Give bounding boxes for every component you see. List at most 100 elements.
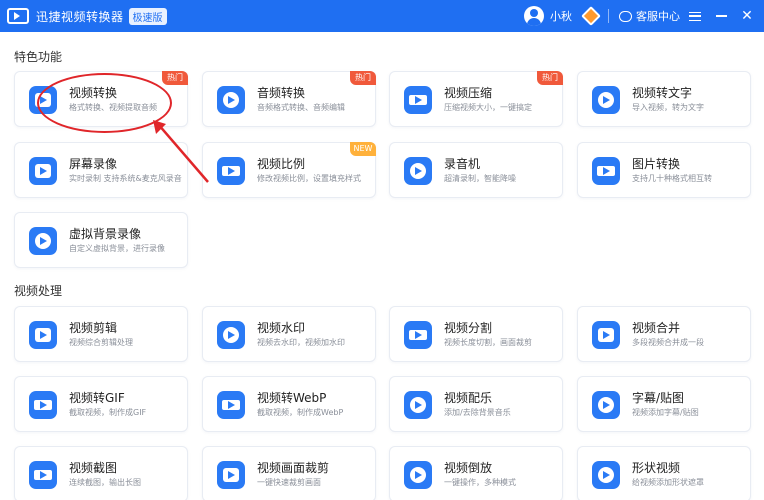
divider [608, 9, 609, 23]
card-desc: 导入视频，转为文字 [632, 103, 704, 112]
minimize-button[interactable] [710, 0, 732, 32]
new-badge: NEW [350, 142, 376, 156]
section-title-featured: 特色功能 [14, 50, 63, 64]
card-name: 音频转换 [257, 86, 306, 100]
card-name: 视频比例 [257, 157, 306, 171]
music-icon [404, 391, 432, 419]
crop-icon [217, 461, 245, 489]
app-logo-icon [7, 8, 29, 24]
subtitle-icon [592, 391, 620, 419]
card-reverse[interactable]: 视频倒放 一键操作，多种模式 [389, 446, 563, 500]
card-crop[interactable]: 视频画面裁剪 一键快速裁剪画面 [202, 446, 376, 500]
card-name: 视频转文字 [632, 86, 693, 100]
customer-service-link[interactable]: 客服中心 [636, 8, 680, 24]
card-video-merge[interactable]: 视频合并 多段视频合并成一段 [577, 306, 751, 362]
card-desc: 视频添加字幕/贴图 [632, 408, 699, 417]
annotation-arrow-icon [153, 120, 209, 183]
card-name: 字幕/贴图 [632, 391, 685, 405]
card-video-edit[interactable]: 视频剪辑 视频综合剪辑处理 [14, 306, 188, 362]
vip-icon[interactable] [581, 6, 601, 26]
card-desc: 一键快速裁剪画面 [257, 478, 321, 487]
card-virtual-bg[interactable]: 虚拟背景录像 自定义虚拟背景，进行录像 [14, 212, 188, 268]
card-gif[interactable]: 视频转GIF 截取视频，制作成GIF [14, 376, 188, 432]
card-webp[interactable]: 视频转WebP 截取视频，制作成WebP [202, 376, 376, 432]
card-desc: 音频格式转换、音频编辑 [257, 103, 345, 112]
section-title-processing: 视频处理 [14, 284, 63, 298]
reverse-icon [404, 461, 432, 489]
close-icon: ✕ [741, 8, 753, 24]
title-bar-controls: 小秋 客服中心 ✕ [524, 0, 764, 32]
card-desc: 支持几十种格式相互转 [632, 174, 712, 183]
app-title: 迅捷视频转换器 [36, 9, 124, 24]
card-desc: 修改视频比例，设置填充样式 [257, 174, 361, 183]
card-image-convert[interactable]: 图片转换 支持几十种格式相互转 [577, 142, 751, 198]
video-ratio-icon [217, 157, 245, 185]
card-name: 虚拟背景录像 [69, 227, 142, 241]
avatar[interactable] [524, 6, 544, 26]
card-desc: 视频长度切割，画面裁剪 [444, 338, 532, 347]
card-desc: 连续截图，输出长图 [69, 478, 141, 487]
card-desc: 添加/去除背景音乐 [444, 408, 511, 417]
card-name: 视频转GIF [69, 391, 125, 405]
card-desc: 多段视频合并成一段 [632, 338, 704, 347]
card-desc: 视频去水印，视频加水印 [257, 338, 345, 347]
card-recorder[interactable]: 录音机 超清录制，智能降噪 [389, 142, 563, 198]
card-desc: 给视频添加形状遮罩 [632, 478, 704, 487]
virtual-bg-icon [29, 227, 57, 255]
video-to-text-icon [592, 86, 620, 114]
hot-badge: 热门 [162, 71, 188, 85]
card-name: 视频倒放 [444, 461, 493, 475]
card-name: 视频合并 [632, 321, 681, 335]
image-convert-icon [592, 157, 620, 185]
title-bar: 迅捷视频转换器 极速版 小秋 客服中心 ✕ [0, 0, 764, 32]
hot-badge: 热门 [350, 71, 376, 85]
audio-convert-icon [217, 86, 245, 114]
watermark-icon [217, 321, 245, 349]
card-music[interactable]: 视频配乐 添加/去除背景音乐 [389, 376, 563, 432]
video-edit-icon [29, 321, 57, 349]
username[interactable]: 小秋 [550, 8, 572, 24]
card-desc: 超清录制，智能降噪 [444, 174, 516, 183]
card-audio-convert[interactable]: 音频转换 音频格式转换、音频编辑 热门 [202, 71, 376, 127]
card-name: 视频剪辑 [69, 321, 118, 335]
card-screenshot[interactable]: 视频截图 连续截图，输出长图 [14, 446, 188, 500]
card-video-ratio[interactable]: 视频比例 修改视频比例，设置填充样式 NEW [202, 142, 376, 198]
card-desc: 截取视频，制作成WebP [257, 408, 344, 417]
card-name: 视频水印 [257, 321, 306, 335]
card-video-split[interactable]: 视频分割 视频长度切割，画面裁剪 [389, 306, 563, 362]
card-name: 屏幕录像 [69, 157, 118, 171]
card-watermark[interactable]: 视频水印 视频去水印，视频加水印 [202, 306, 376, 362]
card-desc: 截取视频，制作成GIF [69, 408, 147, 417]
video-compress-icon [404, 86, 432, 114]
card-name: 视频画面裁剪 [257, 461, 330, 475]
card-desc: 一键操作，多种模式 [444, 478, 516, 487]
customer-service-icon[interactable] [619, 10, 632, 22]
card-name: 形状视频 [632, 461, 681, 475]
close-button[interactable]: ✕ [736, 0, 758, 32]
hot-badge: 热门 [537, 71, 563, 85]
card-name: 视频截图 [69, 461, 118, 475]
card-name: 视频配乐 [444, 391, 493, 405]
shape-icon [592, 461, 620, 489]
gif-icon [29, 391, 57, 419]
card-name: 视频压缩 [444, 86, 493, 100]
card-desc: 自定义虚拟背景，进行录像 [69, 244, 165, 253]
video-merge-icon [592, 321, 620, 349]
card-shape[interactable]: 形状视频 给视频添加形状遮罩 [577, 446, 751, 500]
card-video-to-text[interactable]: 视频转文字 导入视频，转为文字 [577, 71, 751, 127]
recorder-icon [404, 157, 432, 185]
card-desc: 压缩视频大小，一键搞定 [444, 103, 532, 112]
minimize-icon [715, 15, 727, 17]
card-desc: 视频综合剪辑处理 [69, 338, 133, 347]
card-subtitle[interactable]: 字幕/贴图 视频添加字幕/贴图 [577, 376, 751, 432]
edition-badge: 极速版 [128, 7, 167, 25]
menu-button[interactable] [684, 0, 706, 32]
card-name: 图片转换 [632, 157, 681, 171]
card-video-compress[interactable]: 视频压缩 压缩视频大小，一键搞定 热门 [389, 71, 563, 127]
card-name: 视频转WebP [257, 391, 327, 405]
card-name: 录音机 [444, 157, 481, 171]
webp-icon [217, 391, 245, 419]
screenshot-icon [29, 461, 57, 489]
screen-record-icon [29, 157, 57, 185]
card-name: 视频分割 [444, 321, 493, 335]
